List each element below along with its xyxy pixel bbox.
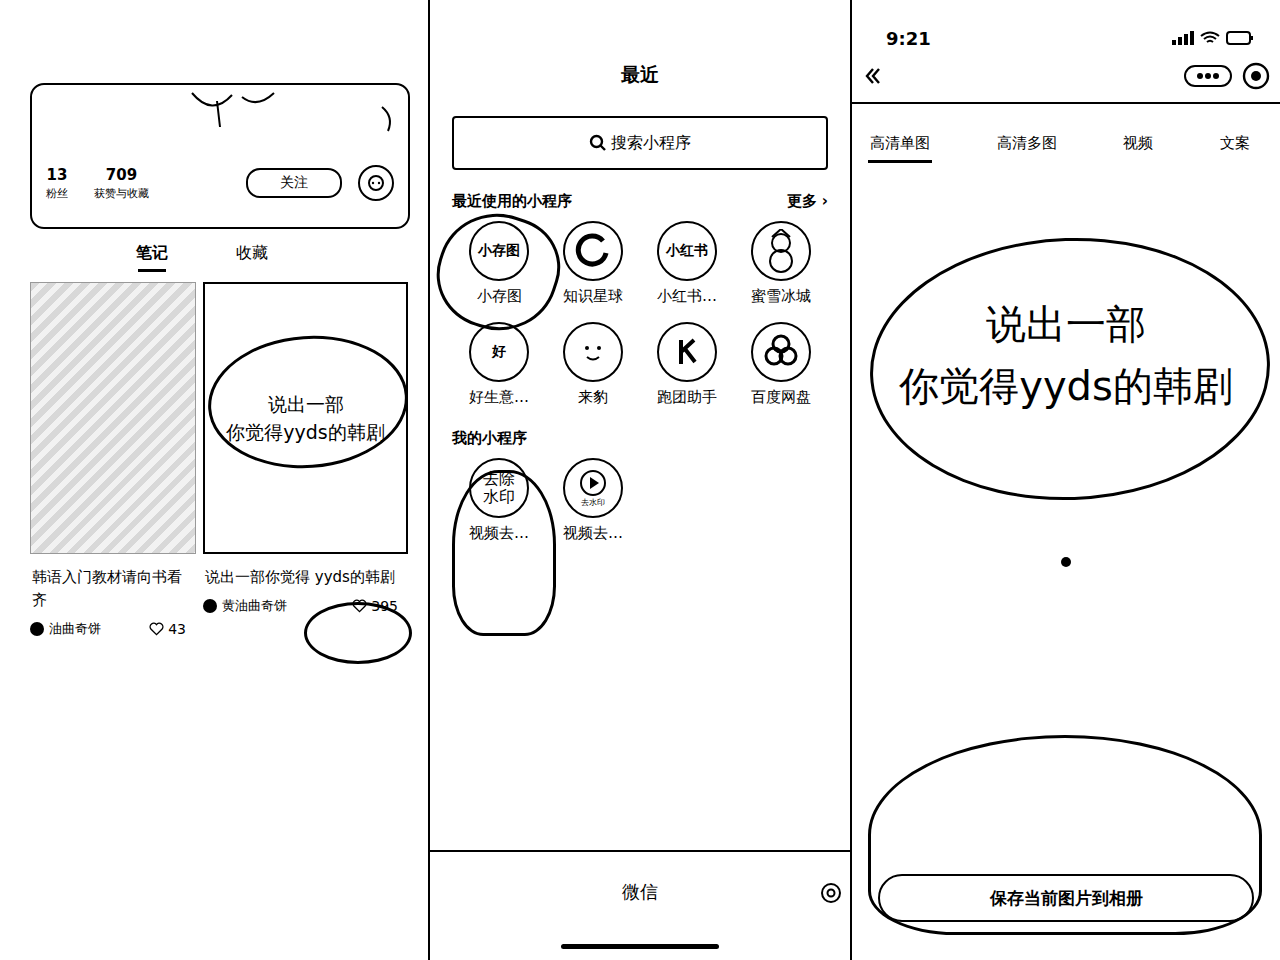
battery-icon [1226,31,1254,45]
mini-program[interactable]: 小红书小红书… [640,221,734,306]
app-logo-icon [657,322,717,382]
status-time: 9:21 [886,28,931,49]
note-card[interactable]: 说出一部你觉得yyds的韩剧说出一部你觉得 yyds的韩剧黄油曲奇饼 395 [203,282,408,638]
page-indicator [1061,557,1071,567]
app-logo-icon: 好 [469,322,529,382]
note-grid: 韩语入门教材请向书看齐油曲奇饼 43说出一部你觉得yyds的韩剧说出一部你觉得 … [30,282,410,638]
app-logo-icon [563,221,623,281]
settings-icon[interactable] [820,882,842,904]
heart-icon [352,599,367,613]
home-indicator [561,944,719,949]
message-button[interactable] [358,165,394,201]
annotation-circle [423,198,573,345]
profile-tabs: 笔记 收藏 [30,235,410,274]
mini-program[interactable]: 来豹 [546,322,640,407]
close-target-icon[interactable] [1242,62,1270,90]
app-logo-icon: 小红书 [657,221,717,281]
app-logo-icon: 去除水印 [469,458,529,518]
save-button[interactable]: 保存当前图片到相册 [878,874,1254,922]
search-icon [589,134,607,152]
mini-program[interactable]: 小存图小存图 [452,221,546,306]
note-author[interactable]: 黄油曲奇饼 [222,597,287,615]
note-title: 韩语入门教材请向书看齐 [30,566,196,612]
mini-program[interactable]: 去除水印视频去… [452,458,546,543]
wifi-icon [1200,31,1220,45]
capsule-menu[interactable] [1184,65,1232,87]
mini-program[interactable]: 好好生意… [452,322,546,407]
note-author[interactable]: 油曲奇饼 [49,620,101,638]
mini-program[interactable]: 知识星球 [546,221,640,306]
annotation-circle [866,231,1275,507]
saver-tab[interactable]: 文案 [1218,130,1252,163]
mini-program[interactable]: 跑团助手 [640,322,734,407]
annotation-circle [452,470,556,636]
wechat-tab[interactable]: 微信 [622,880,658,904]
section-title: 我的小程序 [452,429,527,448]
more-icon [1196,71,1220,81]
note-photo [30,282,196,554]
profile-header: 13粉丝 709获赞与收藏 关注 [30,83,410,229]
app-logo-icon [751,221,811,281]
note-text-cover: 说出一部你觉得yyds的韩剧 [203,282,408,554]
saver-tab[interactable]: 视频 [1121,130,1155,163]
signal-icon [1172,31,1194,45]
saver-tab[interactable]: 高清单图 [868,130,932,163]
back-icon[interactable] [864,66,882,86]
mini-program[interactable]: 百度网盘 [734,322,828,407]
screenshot-collage: 13粉丝709获赞与收藏关注笔记收藏韩语入门教材请向书看齐油曲奇饼 43说出一部… [0,0,1280,960]
app-logo-icon: 去水印 [563,458,623,518]
section-title: 最近使用的小程序 [452,192,572,211]
profile-stat[interactable]: 13粉丝 [46,166,68,201]
more-link[interactable]: 更多 › [787,192,828,211]
image-saver-panel: 9:21 高清单图 高清多图 视频 文案说出一部你觉得yyds的韩剧保存当前图片到相册 [852,0,1280,960]
mini-program-panel: 最近搜索小程序最近使用的小程序 更多 › 小存图小存图知识星球小红书小红书…蜜雪冰城… [430,0,852,960]
heart-icon [149,622,164,636]
note-title: 说出一部你觉得 yyds的韩剧 [203,566,408,589]
author-avatar-icon [30,622,44,636]
note-card[interactable]: 韩语入门教材请向书看齐油曲奇饼 43 [30,282,196,638]
message-icon [367,174,385,192]
follow-button[interactable]: 关注 [246,168,342,198]
app-logo-icon [563,322,623,382]
saver-tab[interactable]: 高清多图 [995,130,1059,163]
app-logo-icon [751,322,811,382]
author-avatar-icon [203,599,217,613]
app-logo-icon: 小存图 [469,221,529,281]
banner-doodle-icon [42,87,402,147]
page-title: 最近 [452,62,828,88]
profile-stat[interactable]: 709获赞与收藏 [94,166,149,201]
annotation-circle [304,602,412,664]
annotation-circle [204,329,413,475]
profile-panel: 13粉丝709获赞与收藏关注笔记收藏韩语入门教材请向书看齐油曲奇饼 43说出一部… [0,0,430,960]
recent-apps: 小存图小存图知识星球小红书小红书…蜜雪冰城好好生意…来豹跑团助手百度网盘 [452,221,828,407]
image-preview: 说出一部你觉得yyds的韩剧 [852,293,1280,417]
note-likes[interactable]: 43 [149,621,196,637]
search-field[interactable]: 搜索小程序 [452,116,828,170]
profile-tab[interactable]: 收藏 [234,235,270,274]
nav-bar [852,58,1280,104]
my-apps: 去除水印视频去…去水印视频去… [452,458,828,543]
annotation-circle [868,735,1262,935]
note-likes[interactable]: 395 [352,598,408,614]
status-bar: 9:21 [852,0,1280,58]
saver-tabs: 高清单图 高清多图 视频 文案 [852,130,1280,163]
tab-bar: 微信 [430,850,850,932]
profile-tab[interactable]: 笔记 [134,235,170,274]
mini-program[interactable]: 去水印视频去… [546,458,640,543]
mini-program[interactable]: 蜜雪冰城 [734,221,828,306]
